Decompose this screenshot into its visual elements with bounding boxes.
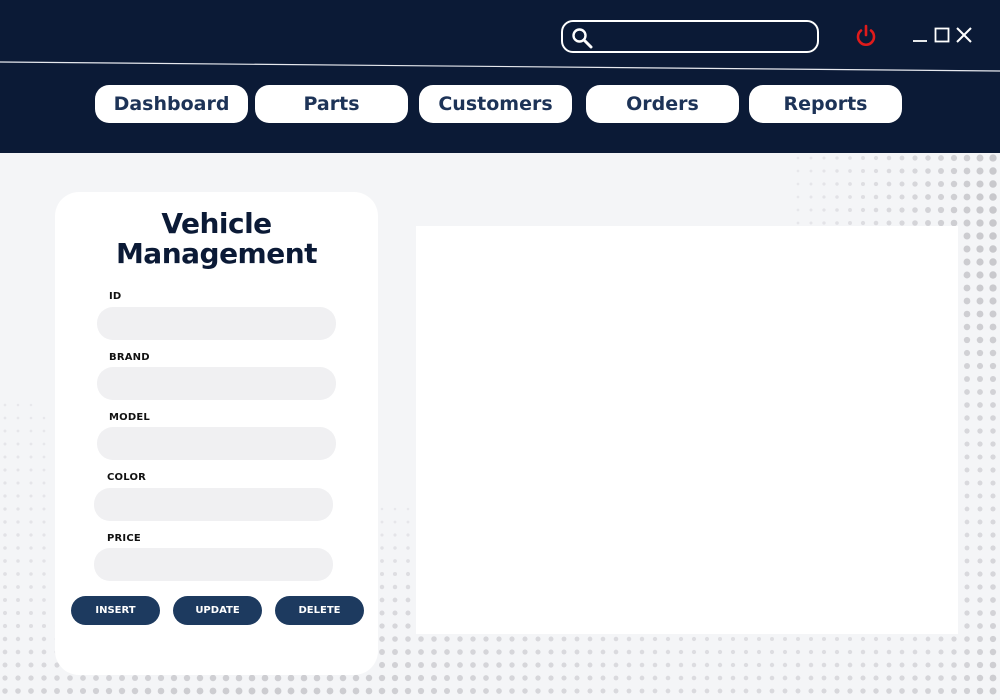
insert-button[interactable]: INSERT: [71, 596, 160, 625]
close-icon[interactable]: [955, 26, 973, 44]
top-header: Dashboard Parts Customers Orders Reports: [0, 0, 1000, 153]
vehicle-form-card: Vehicle Management ID BRAND MODEL COLOR …: [55, 192, 378, 675]
brand-label: BRAND: [109, 352, 150, 363]
maximize-icon[interactable]: [934, 27, 950, 43]
minimize-icon[interactable]: [912, 27, 928, 43]
search-box[interactable]: [561, 20, 819, 53]
search-input[interactable]: [599, 25, 813, 50]
nav-customers-button[interactable]: Customers: [419, 85, 572, 123]
nav-reports-button[interactable]: Reports: [749, 85, 902, 123]
brand-field[interactable]: [97, 367, 336, 400]
header-divider-line: [0, 61, 1000, 72]
color-label: COLOR: [107, 472, 147, 483]
form-title-line2: Management: [115, 237, 318, 270]
nav-dashboard-button[interactable]: Dashboard: [95, 85, 248, 123]
price-field[interactable]: [94, 548, 333, 581]
id-label: ID: [109, 291, 122, 302]
search-icon[interactable]: [571, 27, 593, 49]
color-field[interactable]: [94, 488, 333, 521]
nav-parts-button[interactable]: Parts: [255, 85, 408, 123]
update-button[interactable]: UPDATE: [173, 596, 262, 625]
power-icon[interactable]: [853, 23, 879, 49]
form-title: Vehicle Management: [55, 209, 378, 269]
model-label: MODEL: [109, 412, 150, 423]
id-field[interactable]: [97, 307, 336, 340]
form-title-line1: Vehicle: [161, 207, 272, 240]
delete-button[interactable]: DELETE: [275, 596, 364, 625]
nav-orders-button[interactable]: Orders: [586, 85, 739, 123]
model-field[interactable]: [97, 427, 336, 460]
records-panel[interactable]: [416, 226, 958, 634]
price-label: PRICE: [107, 533, 141, 544]
